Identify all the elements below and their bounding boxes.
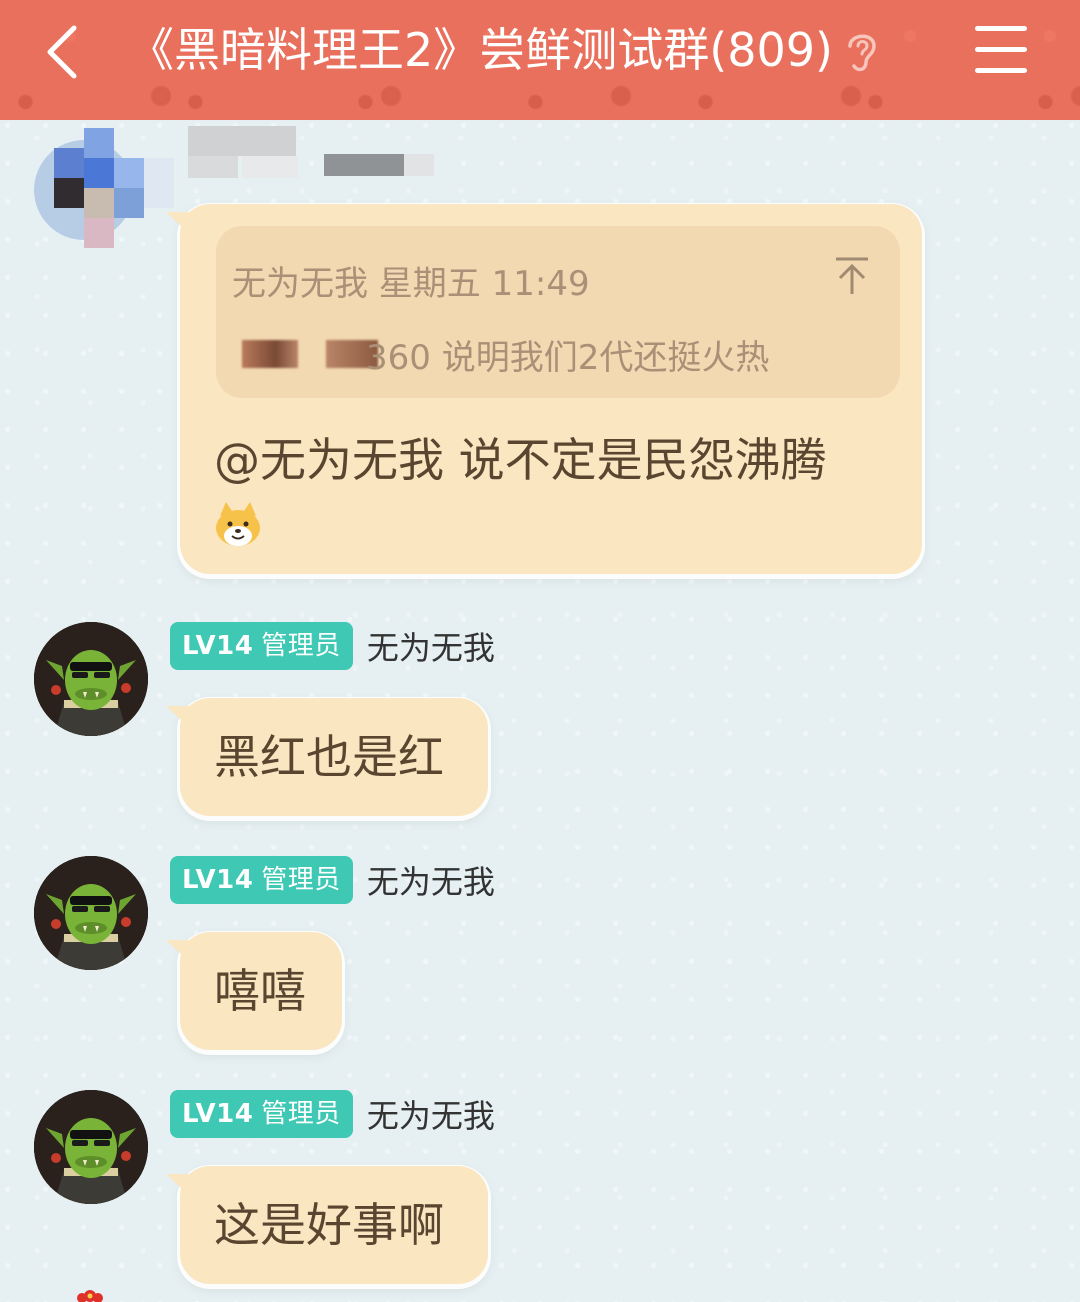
level-label: LV14 xyxy=(182,631,254,661)
menu-line xyxy=(975,26,1027,31)
sender-avatar-blurred[interactable] xyxy=(34,128,194,258)
menu-button[interactable] xyxy=(972,26,1030,76)
menu-line xyxy=(975,68,1027,73)
quote-body-text: 360 说明我们2代还挺火热 xyxy=(366,338,770,378)
role-label: 管理员 xyxy=(261,631,341,661)
message-bubble[interactable]: 黑红也是红 xyxy=(180,698,488,816)
admin-avatar[interactable] xyxy=(34,856,148,970)
sender-info-row: LV14 管理员 无为无我 xyxy=(170,622,495,670)
level-badge: LV14 管理员 xyxy=(170,1090,353,1138)
message-bubble[interactable]: 嘻嘻 xyxy=(180,932,342,1050)
chat-header: 《黑暗料理王2》尝鲜测试群(809) xyxy=(0,0,1080,120)
admin-avatar[interactable] xyxy=(34,1090,148,1204)
message-text: @无为无我 说不定是民怨沸腾 xyxy=(214,433,827,487)
ear-icon[interactable] xyxy=(842,28,882,74)
flower-icon xyxy=(72,1282,108,1302)
level-badge: LV14 管理员 xyxy=(170,622,353,670)
menu-line xyxy=(975,47,1027,52)
message-text: 黑红也是红 xyxy=(214,730,444,784)
level-label: LV14 xyxy=(182,865,254,895)
sender-name[interactable]: 无为无我 xyxy=(367,857,495,903)
sender-name[interactable]: 无为无我 xyxy=(367,1091,495,1137)
sender-name-blurred xyxy=(188,126,438,182)
quote-redacted-block xyxy=(242,340,298,368)
role-label: 管理员 xyxy=(261,1099,341,1129)
sender-info-row: LV14 管理员 无为无我 xyxy=(170,1090,495,1138)
level-badge: LV14 管理员 xyxy=(170,856,353,904)
group-title: 《黑暗料理王2》尝鲜测试群(809) xyxy=(128,23,833,77)
jump-to-original-icon[interactable] xyxy=(834,256,870,296)
message-text: 这是好事啊 xyxy=(214,1198,444,1252)
message-bubble-reply[interactable]: 无为无我 星期五 11:49 360 说明我们2代还挺火热 @无为无我 说不定是… xyxy=(180,204,922,574)
admin-avatar[interactable] xyxy=(34,622,148,736)
quote-author-time: 无为无我 星期五 11:49 xyxy=(232,264,590,304)
message-text: 嘻嘻 xyxy=(214,964,306,1018)
message-bubble[interactable]: 这是好事啊 xyxy=(180,1166,488,1284)
doge-emoji-icon xyxy=(214,500,262,548)
level-label: LV14 xyxy=(182,1099,254,1129)
role-label: 管理员 xyxy=(261,865,341,895)
sender-name[interactable]: 无为无我 xyxy=(367,623,495,669)
back-button[interactable] xyxy=(36,22,96,82)
sender-info-row: LV14 管理员 无为无我 xyxy=(170,856,495,904)
chevron-left-icon xyxy=(47,25,77,79)
quoted-message[interactable]: 无为无我 星期五 11:49 360 说明我们2代还挺火热 xyxy=(216,226,900,398)
